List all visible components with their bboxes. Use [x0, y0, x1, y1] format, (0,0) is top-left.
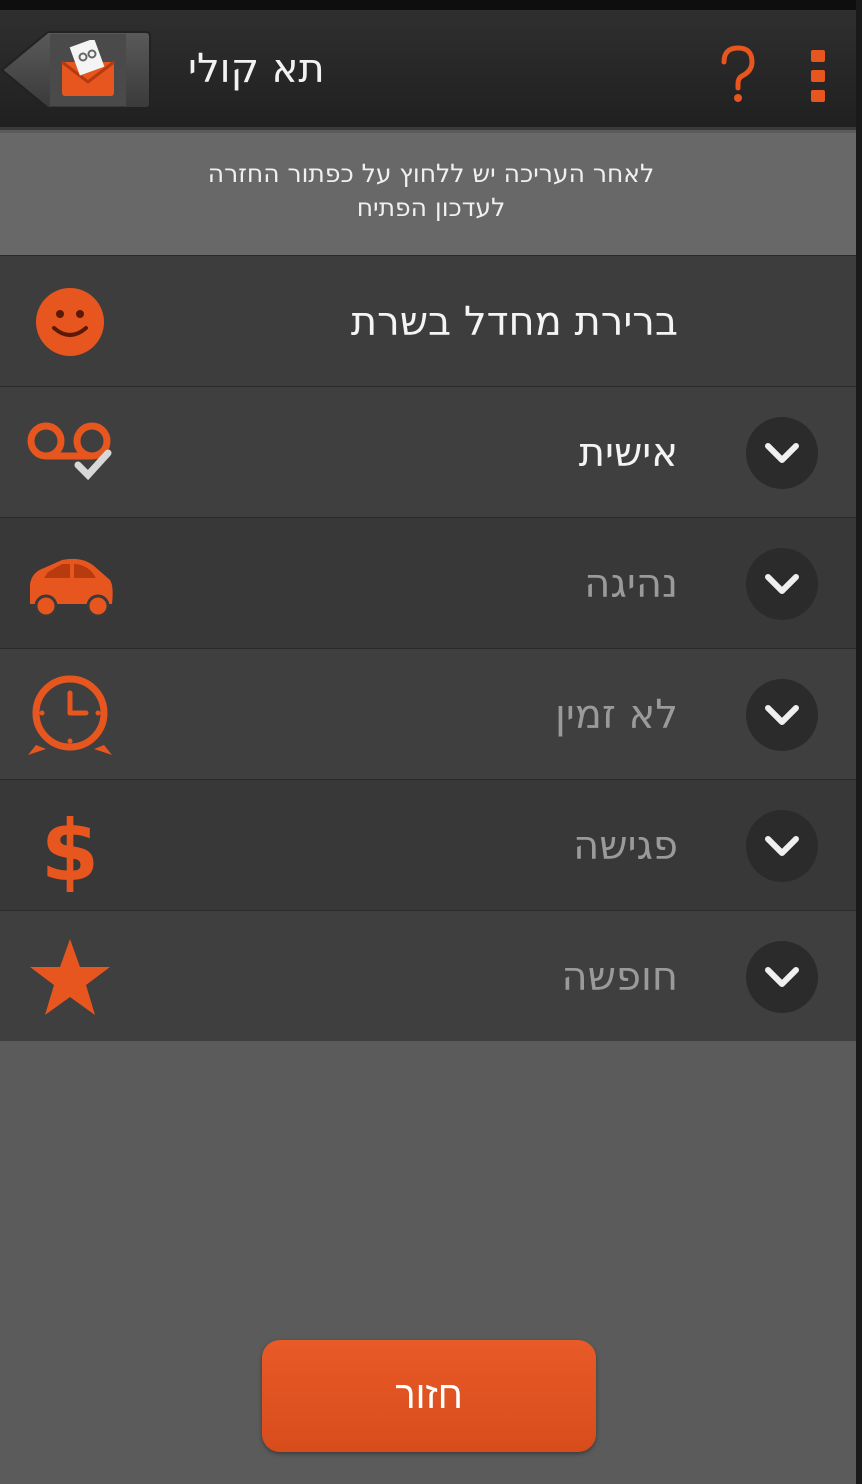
profile-label-driving: נהיגה: [584, 560, 678, 607]
default-server-row[interactable]: ברירת מחדל בשרת: [0, 255, 862, 386]
chevron-down-icon: [765, 836, 799, 856]
svg-text:$: $: [41, 802, 99, 892]
alarm-clock-icon: [28, 675, 112, 755]
expand-unavailable-button[interactable]: [746, 679, 818, 751]
profile-label-vacation: חופשה: [561, 953, 678, 1000]
notice-line-2: לעדכון הפתיח: [356, 193, 506, 222]
screen-edge: [856, 0, 862, 1484]
profile-label-personal: אישית: [578, 429, 678, 476]
action-bar: תא קולי: [0, 10, 862, 130]
voicemail-screen: תא קולי לאחר העריכה יש ללחוץ על כפתור הח…: [0, 0, 862, 1484]
expand-personal-button[interactable]: [746, 417, 818, 489]
star-icon: [30, 939, 110, 1015]
chevron-down-icon: [765, 574, 799, 594]
back-return-button[interactable]: חזור: [262, 1340, 596, 1452]
chevron-down-icon: [765, 705, 799, 725]
profile-label-meeting: פגישה: [573, 822, 678, 869]
chevron-down-icon: [765, 967, 799, 987]
status-strip: [0, 0, 862, 10]
car-icon: [30, 558, 113, 618]
smiley-icon: [36, 288, 104, 356]
question-mark-icon[interactable]: [716, 44, 760, 106]
profile-row-driving[interactable]: נהיגה: [0, 517, 862, 648]
overflow-menu-icon[interactable]: [808, 48, 830, 104]
expand-driving-button[interactable]: [746, 548, 818, 620]
profile-row-meeting[interactable]: $ פגישה: [0, 779, 862, 910]
edit-notice: לאחר העריכה יש ללחוץ על כפתור החזרה לעדכ…: [0, 133, 862, 255]
expand-vacation-button[interactable]: [746, 941, 818, 1013]
expand-meeting-button[interactable]: [746, 810, 818, 882]
voicemail-check-icon: [27, 422, 112, 481]
profile-row-vacation[interactable]: חופשה: [0, 910, 862, 1041]
back-button[interactable]: [0, 30, 152, 110]
notice-line-1: לאחר העריכה יש ללחוץ על כפתור החזרה: [207, 159, 655, 188]
profile-row-personal[interactable]: אישית: [0, 386, 862, 517]
profile-label-unavailable: לא זמין: [554, 691, 678, 738]
chevron-down-icon: [765, 443, 799, 463]
dollar-icon: $: [41, 802, 99, 892]
default-server-label: ברירת מחדל בשרת: [350, 298, 678, 345]
page-title: תא קולי: [188, 46, 325, 92]
profile-row-unavailable[interactable]: לא זמין: [0, 648, 862, 779]
voicemail-envelope-icon: [61, 40, 115, 96]
